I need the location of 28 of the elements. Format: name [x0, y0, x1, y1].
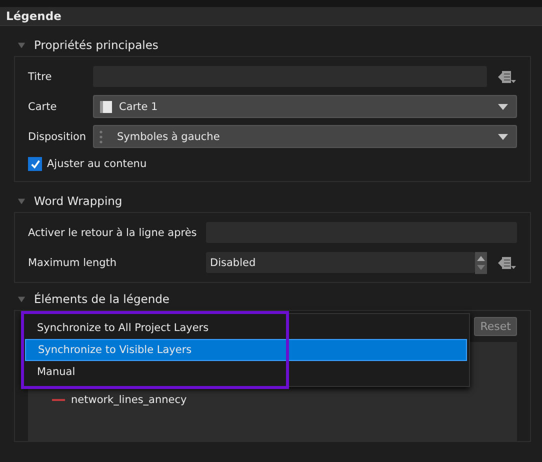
panel-title: Légende: [6, 9, 62, 23]
caret-icon: [498, 134, 508, 140]
menu-item[interactable]: Synchronize to All Project Layers: [25, 317, 467, 339]
field-label: Maximum length: [28, 256, 118, 268]
field-label: Titre: [28, 70, 53, 82]
section-title: Propriétés principales: [34, 38, 158, 52]
collapse-icon[interactable]: [17, 40, 26, 50]
menu-item[interactable]: Manual: [25, 361, 467, 383]
dropdown[interactable]: Carte 1: [93, 95, 517, 118]
dropdown[interactable]: Symboles à gauche: [93, 125, 517, 148]
collapse-icon[interactable]: [17, 196, 26, 206]
grip-icon: [99, 130, 103, 144]
caret-icon: [498, 104, 508, 110]
field-label: Carte: [28, 100, 58, 112]
input-field[interactable]: Disabled: [206, 252, 475, 273]
spinner-icon[interactable]: [475, 252, 487, 274]
layer-name[interactable]: network_lines_annecy: [71, 394, 187, 406]
section-title: Éléments de la légende: [34, 292, 170, 306]
checkbox-label: Ajuster au contenu: [47, 158, 147, 170]
collapse-icon[interactable]: [17, 294, 26, 304]
checkbox[interactable]: [28, 157, 42, 171]
map-icon: [99, 100, 113, 114]
menu-item[interactable]: Synchronize to Visible Layers: [25, 339, 467, 361]
field-label: Disposition: [28, 130, 88, 142]
options-menu-icon[interactable]: [497, 68, 517, 84]
field-label: Activer le retour à la ligne après: [28, 226, 198, 238]
options-menu-icon[interactable]: [497, 254, 517, 270]
section-title: Word Wrapping: [34, 194, 122, 208]
